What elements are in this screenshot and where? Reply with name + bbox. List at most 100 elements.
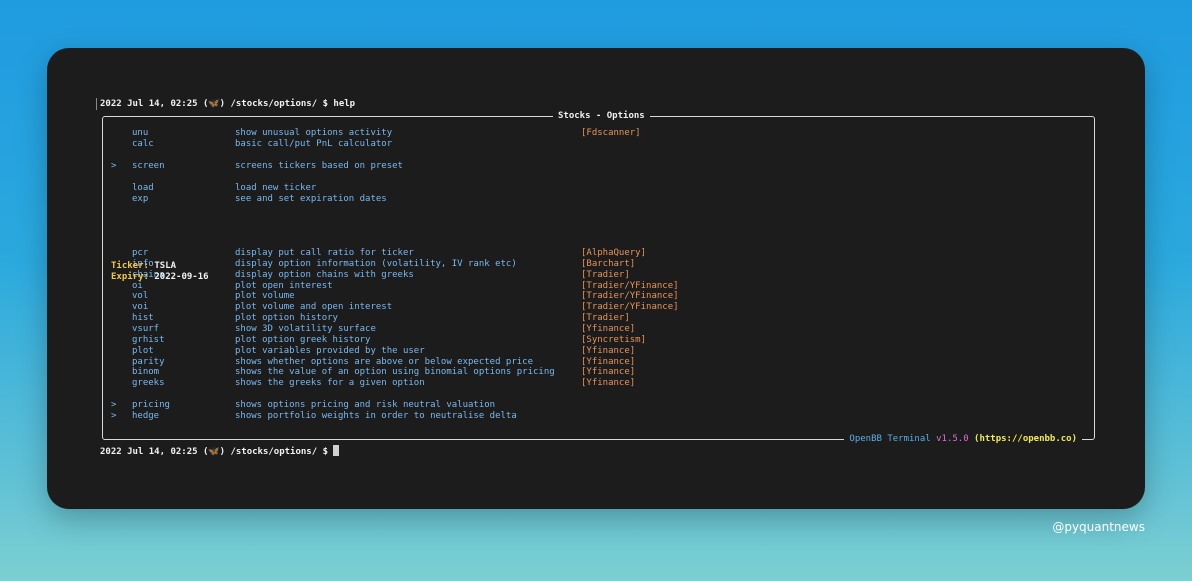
prompt-datetime: 2022 Jul 14, 02:25 [100, 99, 198, 109]
submenu-arrow-icon: > [111, 400, 117, 410]
command-name[interactable]: exp [132, 194, 148, 205]
data-source: [AlphaQuery] [581, 248, 647, 258]
command-name[interactable]: pcr [132, 248, 148, 259]
command-description: load new ticker [235, 183, 317, 193]
prompt-line-previous: 2022 Jul 14, 02:25 (🦋) /stocks/options/ … [100, 99, 356, 109]
menu-item-load[interactable]: load load new ticker [103, 183, 1094, 194]
data-source: [Barchart] [581, 258, 636, 269]
command-description: plot volume and open interest [235, 302, 393, 313]
command-name[interactable]: parity [132, 357, 165, 368]
command-description: plot open interest [235, 280, 333, 291]
menu-item-info[interactable]: info display option information (volatili… [103, 259, 1094, 270]
command-name[interactable]: hist [132, 313, 154, 324]
command-description: plot option greek history [235, 334, 371, 345]
data-source: [Tradier/YFinance] [581, 302, 679, 313]
command-description: show 3D volatility surface [235, 323, 376, 334]
menu-item-plot[interactable]: plot plot variables provided by the user [… [103, 346, 1094, 357]
command-description: display option information (volatility, … [235, 258, 517, 269]
command-description: show unusual options activity [235, 128, 393, 138]
command-description: display put call ratio for ticker [235, 248, 414, 258]
command-name[interactable]: voi [132, 302, 148, 313]
butterfly-icon: 🦋 [208, 99, 220, 109]
command-description: plot variables provided by the user [235, 345, 425, 356]
data-source: [Yfinance] [581, 367, 636, 378]
menu-item-screen[interactable]: > screen screens tickers based on preset [103, 161, 1094, 172]
prompt-line-current[interactable]: 2022 Jul 14, 02:25 (🦋) /stocks/options/ … [100, 445, 340, 458]
menu-item-vsurf[interactable]: vsurf show 3D volatility surface [Yfinance… [103, 324, 1094, 335]
command-name[interactable]: hedge [132, 411, 159, 422]
prompt-symbol: $ [322, 99, 328, 109]
menu-item-binom[interactable]: binom shows the value of an option using … [103, 367, 1094, 378]
command-description: shows the value of an option using binom… [235, 367, 555, 378]
prompt-symbol: $ [322, 447, 328, 457]
menu-item-pcr[interactable]: pcr display put call ratio for ticker [Alp… [103, 248, 1094, 259]
help-panel: Stocks - Options unu show unusual options… [102, 111, 1095, 445]
ticker-line: Ticker: TSLA [111, 261, 176, 272]
data-source: [Yfinance] [581, 356, 636, 367]
data-source: [Tradier] [581, 313, 630, 324]
data-source: [Yfinance] [581, 345, 636, 356]
data-source: [Syncretism] [581, 334, 647, 345]
command-name[interactable]: plot [132, 346, 154, 357]
butterfly-icon: 🦋 [208, 447, 220, 457]
menu-item-unu[interactable]: unu show unusual options activity [Fdscann… [103, 128, 1094, 139]
command-description: shows options pricing and risk neutral v… [235, 400, 496, 410]
text-cursor[interactable] [333, 445, 340, 456]
command-description: shows portfolio weights in order to neut… [235, 410, 517, 421]
menu-item-chains[interactable]: chains display option chains with greeks[… [103, 270, 1094, 281]
data-source: [Fdscanner] [581, 128, 641, 138]
terminal-output: 2022 Jul 14, 02:25 (🦋) /stocks/options/ … [47, 48, 1145, 509]
submenu-arrow-icon: > [111, 161, 117, 171]
footer-version: v1.5.0 [936, 434, 969, 445]
command-name[interactable]: calc [132, 139, 154, 150]
prompt-datetime: 2022 Jul 14, 02:25 [100, 447, 198, 457]
menu-item-exp[interactable]: exp see and set expiration dates [103, 194, 1094, 205]
panel-footer: OpenBB Terminal v1.5.0 (https://openbb.c… [844, 434, 1082, 445]
menu-item-calc[interactable]: calc basic call/put PnL calculator [103, 139, 1094, 150]
command-name[interactable]: greeks [132, 378, 165, 389]
menu-item-parity[interactable]: parity shows whether options are above or… [103, 357, 1094, 368]
menu-item-greeks[interactable]: greeks shows the greeks for a given optio… [103, 378, 1094, 389]
command-name[interactable]: load [132, 183, 154, 194]
expiry-line: Expiry: 2022-09-16 [111, 272, 209, 283]
command-description: shows the greeks for a given option [235, 378, 425, 389]
command-name[interactable]: vol [132, 291, 148, 302]
panel-title: Stocks - Options [553, 111, 650, 122]
command-description: basic call/put PnL calculator [235, 138, 393, 149]
command-description: plot option history [235, 313, 338, 324]
data-source: [Tradier/YFinance] [581, 291, 679, 302]
prompt-path: /stocks/options/ [230, 447, 318, 457]
command-name[interactable]: grhist [132, 335, 165, 346]
menu-item-vol[interactable]: vol plot volume [Tradier/YFinance] [103, 291, 1094, 302]
command-description: display option chains with greeks [235, 269, 414, 280]
footer-app-name: OpenBB Terminal [849, 434, 931, 445]
menu-item-grhist[interactable]: grhist plot option greek history [Syncreti… [103, 335, 1094, 346]
command-description: shows whether options are above or below… [235, 356, 534, 367]
menu-item-oi[interactable]: oi plot open interest [Tradier/YFinance] [103, 281, 1094, 292]
data-source: [Yfinance] [581, 378, 636, 389]
menu-item-hist[interactable]: hist plot option history [Tradier] [103, 313, 1094, 324]
watermark: @pyquantnews [1052, 520, 1145, 534]
command-name[interactable]: vsurf [132, 324, 159, 335]
command-description: see and set expiration dates [235, 193, 387, 204]
scroll-marker [96, 98, 97, 110]
command-name[interactable]: unu [132, 128, 148, 139]
terminal-window: 2022 Jul 14, 02:25 (🦋) /stocks/options/ … [47, 48, 1145, 509]
data-source: [Tradier/YFinance] [581, 280, 679, 291]
command-name[interactable]: screen [132, 161, 165, 172]
ticker-label: Ticker: [111, 261, 149, 271]
submenu-arrow-icon: > [111, 410, 117, 421]
footer-url-link[interactable]: (https://openbb.co) [974, 434, 1077, 444]
command-name[interactable]: binom [132, 367, 159, 378]
ticker-value: TSLA [154, 261, 177, 271]
prompt-path: /stocks/options/ [230, 99, 318, 109]
data-source: [Yfinance] [581, 323, 636, 334]
data-source: [Tradier] [581, 269, 630, 280]
menu-item-pricing[interactable]: > pricing shows options pricing and risk n… [103, 400, 1094, 411]
menu-item-hedge[interactable]: > hedge shows portfolio weights in order t… [103, 411, 1094, 422]
expiry-value: 2022-09-16 [154, 272, 209, 282]
expiry-label: Expiry: [111, 272, 149, 282]
menu-item-voi[interactable]: voi plot volume and open interest [Tradier… [103, 302, 1094, 313]
command-name[interactable]: pricing [132, 400, 170, 411]
command-description: plot volume [235, 291, 295, 302]
